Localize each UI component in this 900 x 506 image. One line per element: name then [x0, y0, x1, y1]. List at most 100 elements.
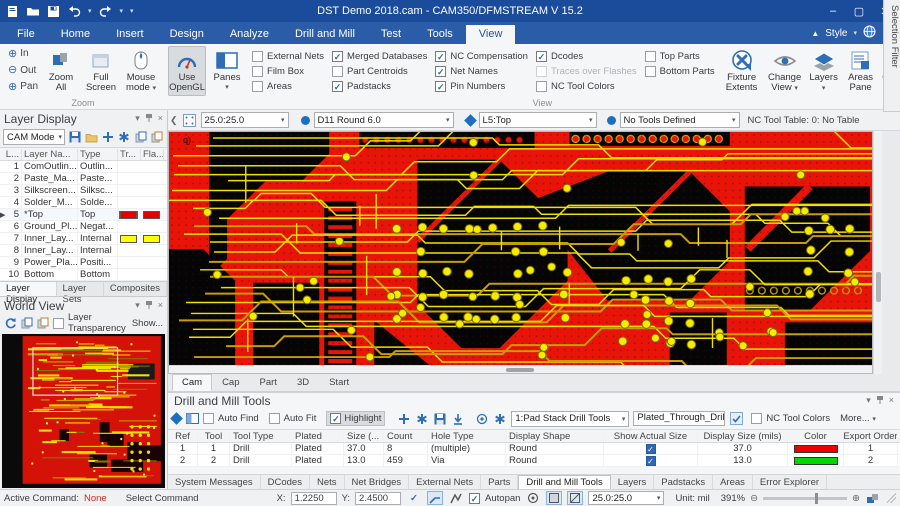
layer-flash-color[interactable] [141, 211, 164, 219]
redo-icon[interactable] [99, 5, 113, 17]
status-grid-select[interactable]: 25.0:25.0▾ [588, 491, 664, 505]
panel-menu-icon[interactable]: ▾ [135, 114, 140, 123]
autopan-checkbox[interactable]: ✓ [469, 493, 480, 504]
close-panel-icon[interactable]: × [158, 301, 163, 310]
maximize-button[interactable]: ▢ [846, 1, 872, 21]
menu-tab-view[interactable]: View [466, 25, 516, 44]
snap-icon[interactable] [118, 130, 132, 144]
layer-row-5[interactable]: 5▶*TopTop [0, 209, 167, 221]
resize-grip[interactable] [886, 493, 896, 503]
grid-icon[interactable] [183, 113, 197, 127]
layer-trace-color[interactable] [118, 235, 141, 243]
copy-view-icon[interactable] [21, 316, 33, 330]
pin-icon[interactable] [876, 395, 884, 406]
target-icon[interactable] [475, 412, 489, 426]
nc-tools-select[interactable]: No Tools Defined▾ [620, 112, 740, 128]
tool-set-select[interactable]: 1:Pad Stack Drill Tools▾ [511, 411, 629, 427]
cam-mode-select[interactable]: CAM Mode▾ [3, 129, 65, 145]
world-view-thumbnail[interactable] [2, 334, 165, 488]
menu-tab-home[interactable]: Home [48, 25, 103, 44]
dock-tab-areas[interactable]: Areas [713, 475, 753, 489]
show-label[interactable]: Show... [132, 318, 163, 329]
checkbox-nc-compensation[interactable]: ✓NC Compensation [435, 51, 528, 62]
dcode-select[interactable]: D11 Round 6.0▾ [314, 112, 454, 128]
zoom-minus-icon[interactable]: ⊖ [750, 493, 758, 504]
close-panel-icon[interactable]: × [889, 396, 894, 405]
add-layer-icon[interactable] [101, 130, 115, 144]
layer-row-8[interactable]: 8Inner_Lay...Internal [0, 245, 167, 257]
nc-tool-colors-checkbox[interactable] [751, 413, 762, 424]
ribbon-collapse-icon[interactable]: ▲ [811, 29, 819, 38]
show-actual-size-checkbox[interactable]: ✓ [646, 444, 656, 454]
toolbar-scroll-left-icon[interactable]: ❮ [169, 115, 179, 126]
layer-row-10[interactable]: 10BottomBottom [0, 269, 167, 281]
dock-tab-layers[interactable]: Layers [611, 475, 655, 489]
snap2-icon[interactable] [493, 412, 507, 426]
pin-icon[interactable] [145, 113, 153, 124]
menu-tab-insert[interactable]: Insert [103, 25, 157, 44]
menu-tab-drill-and-mill[interactable]: Drill and Mill [282, 25, 368, 44]
zoom-slider-thumb[interactable] [815, 493, 818, 504]
grid-select[interactable]: 25.0:25.0▾ [201, 112, 289, 128]
layers-button[interactable]: Layers ▾ [807, 46, 841, 97]
dock-tab-external-nets[interactable]: External Nets [409, 475, 481, 489]
customize-qat-icon[interactable]: ▾ [130, 7, 134, 15]
layer-row-6[interactable]: 6Ground_Pl...Negat... [0, 221, 167, 233]
tab-layer-sets[interactable]: Layer Sets [57, 282, 104, 296]
panel-menu-icon[interactable]: ▾ [866, 396, 871, 405]
auto-fit-checkbox[interactable] [269, 413, 280, 424]
canvas-horizontal-scrollbar[interactable] [169, 365, 872, 373]
pin-icon[interactable] [145, 300, 153, 311]
dock-tab-drill-and-mill-tools[interactable]: Drill and Mill Tools [518, 475, 610, 489]
mouse-mode-button[interactable]: Mouse mode ▾ [122, 46, 160, 97]
zoom-out-button[interactable]: ⊖Out [8, 65, 38, 76]
save-icon[interactable] [47, 5, 60, 18]
undo-dropdown-icon[interactable]: ▾ [88, 7, 92, 15]
canvas-tab-3d[interactable]: 3D [287, 374, 319, 391]
dock-tab-net-bridges[interactable]: Net Bridges [345, 475, 410, 489]
pcb-canvas[interactable]: q) [168, 131, 873, 374]
layer-row-3[interactable]: 3Silkscreen...Silksc... [0, 185, 167, 197]
checkbox-bottom-parts[interactable]: Bottom Parts [645, 66, 715, 77]
checkbox-areas[interactable]: Areas [252, 81, 324, 92]
checkbox-pin-numbers[interactable]: ✓Pin Numbers [435, 81, 528, 92]
full-screen-button[interactable]: Full Screen [82, 46, 120, 96]
tab-composites[interactable]: Composites [104, 282, 167, 296]
change-view-button[interactable]: Change View ▾ [765, 46, 805, 97]
open-layers-icon[interactable] [85, 130, 99, 144]
layer-row-4[interactable]: 4Solder_M...Solde... [0, 197, 167, 209]
checkbox-merged-databases[interactable]: ✓Merged Databases [332, 51, 427, 62]
show-actual-size-checkbox[interactable]: ✓ [646, 456, 656, 466]
zoom-in-button[interactable]: ⊕In [8, 48, 38, 59]
layer-row-1[interactable]: 1ComOutlin...Outlin... [0, 161, 167, 173]
paste-view-icon[interactable] [37, 316, 49, 330]
checkbox-film-box[interactable]: Film Box [252, 66, 324, 77]
use-opengl-button[interactable]: Use OpenGL [168, 46, 206, 96]
layer-flash-color[interactable] [141, 235, 164, 243]
apply-coordinate-icon[interactable]: ✓ [406, 491, 422, 505]
auto-find-checkbox[interactable] [203, 413, 214, 424]
tab-layer-display[interactable]: Layer Display [0, 282, 57, 296]
panel-menu-icon[interactable]: ▾ [135, 301, 140, 310]
dock-tab-padstacks[interactable]: Padstacks [654, 475, 713, 489]
pane-icon[interactable] [185, 412, 199, 426]
add-tool-icon[interactable] [397, 412, 411, 426]
highlight-toggle[interactable]: ✓Highlight [326, 411, 385, 426]
fill-mode-icon[interactable] [546, 491, 562, 505]
checkbox-nc-tool-colors[interactable]: NC Tool Colors [536, 81, 637, 92]
canvas-vertical-scrollbar[interactable] [873, 131, 882, 374]
close-panel-icon[interactable]: × [158, 114, 163, 123]
screen-fit-icon[interactable] [865, 491, 879, 505]
redo-dropdown-icon[interactable]: ▾ [120, 7, 124, 15]
open-folder-icon[interactable] [26, 5, 40, 17]
drill-row-2[interactable]: 22DrillPlated13.0459ViaRound✓13.02 [168, 455, 900, 467]
canvas-tab-start[interactable]: Start [319, 374, 359, 391]
panes-button[interactable]: Panes ▾ [208, 46, 246, 94]
style-menu[interactable]: Style [825, 28, 847, 39]
zoom-slider[interactable] [763, 497, 847, 500]
checkbox-traces-over-flashes[interactable]: Traces over Flashes [536, 66, 637, 77]
canvas-tab-cap[interactable]: Cap [212, 374, 249, 391]
menu-tab-design[interactable]: Design [157, 25, 217, 44]
outline-mode-icon[interactable] [567, 491, 583, 505]
more-button[interactable]: More... ▾ [840, 413, 876, 424]
